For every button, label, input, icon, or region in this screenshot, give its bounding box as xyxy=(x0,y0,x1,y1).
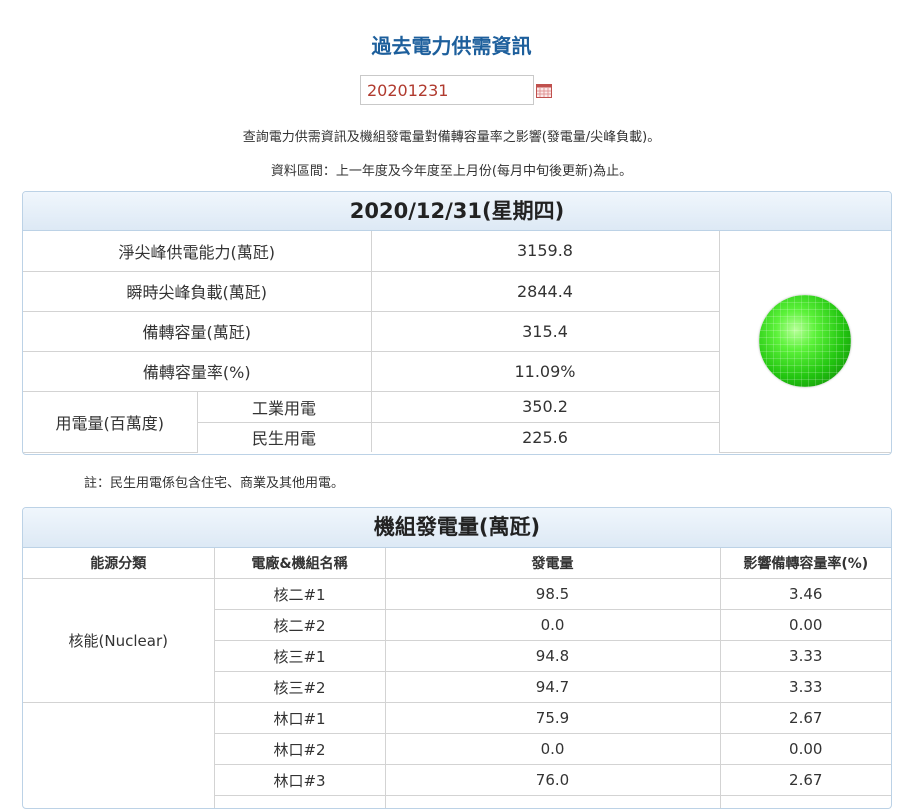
summary-table: 淨尖峰供電能力(萬瓩) 3159.8 瞬時尖峰負載(萬瓩) 2844.4 備轉容… xyxy=(23,231,891,453)
energy-category-nuclear: 核能(Nuclear) xyxy=(23,579,214,703)
peak-load-value: 2844.4 xyxy=(371,271,719,311)
table-row: 核能(Nuclear) 核二#1 98.5 3.46 xyxy=(23,579,891,610)
net-peak-capacity-value: 3159.8 xyxy=(371,231,719,271)
residential-value: 225.6 xyxy=(371,422,719,452)
reserve-capacity-value: 315.4 xyxy=(371,311,719,351)
unit-impact: 3.46 xyxy=(720,579,891,610)
unit-name: 林口#2 xyxy=(214,734,385,765)
calendar-icon[interactable] xyxy=(536,82,552,98)
unit-impact: 0.00 xyxy=(720,610,891,641)
table-header-row: 能源分類 電廠&機組名稱 發電量 影響備轉容量率(%) xyxy=(23,548,891,579)
reserve-rate-label: 備轉容量率(%) xyxy=(23,351,371,391)
unit-name: 核三#1 xyxy=(214,641,385,672)
consumption-label: 用電量(百萬度) xyxy=(23,391,197,452)
reserve-rate-value: 11.09% xyxy=(371,351,719,391)
table-row: 林口#1 75.9 2.67 xyxy=(23,703,891,734)
unit-generation-title: 機組發電量(萬瓩) xyxy=(23,508,891,548)
unit-name: 林口#1 xyxy=(214,703,385,734)
industrial-label: 工業用電 xyxy=(197,391,371,422)
unit-impact: 0.00 xyxy=(720,734,891,765)
reserve-capacity-label: 備轉容量(萬瓩) xyxy=(23,311,371,351)
unit-impact: 2.67 xyxy=(720,703,891,734)
unit-impact: 3.33 xyxy=(720,641,891,672)
header-reserve-impact: 影響備轉容量率(%) xyxy=(720,548,891,579)
page-description: 查詢電力供需資訊及機組發電量對備轉容量率之影響(發電量/尖峰負載)。 xyxy=(0,126,903,145)
energy-category-coal xyxy=(23,703,214,809)
peak-load-label: 瞬時尖峰負載(萬瓩) xyxy=(23,271,371,311)
unit-generation-table: 能源分類 電廠&機組名稱 發電量 影響備轉容量率(%) 核能(Nuclear) … xyxy=(23,548,891,809)
unit-generation-panel: 機組發電量(萬瓩) 能源分類 電廠&機組名稱 發電量 影響備轉容量率(%) 核能… xyxy=(22,507,892,809)
summary-date-title: 2020/12/31(星期四) xyxy=(23,192,891,231)
unit-output: 94.7 xyxy=(385,672,720,703)
unit-name: 核二#2 xyxy=(214,610,385,641)
date-picker xyxy=(360,75,560,107)
unit-impact: 3.33 xyxy=(720,672,891,703)
page-title: 過去電力供需資訊 xyxy=(0,30,903,59)
daily-summary-panel: 2020/12/31(星期四) 淨尖峰供電能力(萬瓩) 3159.8 瞬時尖峰負… xyxy=(22,191,892,455)
industrial-value: 350.2 xyxy=(371,391,719,422)
summary-row: 淨尖峰供電能力(萬瓩) 3159.8 xyxy=(23,231,891,271)
status-light-cell xyxy=(719,231,891,452)
date-input[interactable] xyxy=(360,75,534,105)
unit-output: 75.9 xyxy=(385,703,720,734)
unit-output: 0.0 xyxy=(385,734,720,765)
unit-output: 94.8 xyxy=(385,641,720,672)
data-range-note: 資料區間：上一年度及今年度至上月份(每月中旬後更新)為止。 xyxy=(0,160,903,179)
residential-label: 民生用電 xyxy=(197,422,371,452)
supply-status-light-icon xyxy=(759,295,851,387)
unit-output: 98.5 xyxy=(385,579,720,610)
header-energy-type: 能源分類 xyxy=(23,548,214,579)
footnote: 註：民生用電係包含住宅、商業及其他用電。 xyxy=(84,472,344,491)
unit-name: 核三#2 xyxy=(214,672,385,703)
net-peak-capacity-label: 淨尖峰供電能力(萬瓩) xyxy=(23,231,371,271)
header-unit-name: 電廠&機組名稱 xyxy=(214,548,385,579)
unit-impact: 2.67 xyxy=(720,765,891,796)
header-output: 發電量 xyxy=(385,548,720,579)
unit-output: 0.0 xyxy=(385,610,720,641)
unit-name: 林口#3 xyxy=(214,765,385,796)
unit-output: 76.0 xyxy=(385,765,720,796)
unit-name: 核二#1 xyxy=(214,579,385,610)
